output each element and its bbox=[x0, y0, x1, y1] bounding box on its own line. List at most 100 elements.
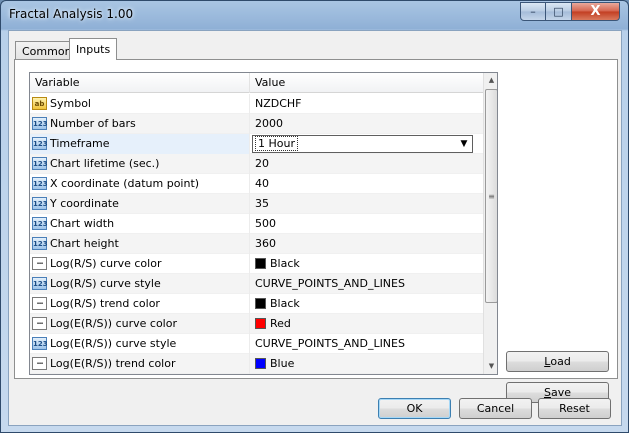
table-row[interactable]: 123 Timeframe 1 Hour ▼ bbox=[30, 134, 483, 154]
row-value-text: 2000 bbox=[255, 117, 283, 130]
row-variable-cell[interactable]: ··· Log(R/S) trend color bbox=[30, 294, 250, 314]
minimize-icon: – bbox=[530, 5, 536, 18]
table-row[interactable]: ··· Log(R/S) trend color Black bbox=[30, 294, 483, 314]
row-value-cell[interactable]: Blue bbox=[250, 354, 483, 374]
timeframe-select[interactable]: 1 Hour ▼ bbox=[252, 135, 473, 153]
row-variable-cell[interactable]: ··· Log(R/S) curve color bbox=[30, 254, 250, 274]
table-row[interactable]: ··· Log(E(R/S)) trend color Blue bbox=[30, 354, 483, 374]
row-variable-label: Number of bars bbox=[50, 117, 136, 130]
row-variable-label: Y coordinate bbox=[50, 197, 119, 210]
title-bar[interactable]: Fractal Analysis 1.00 – □ X bbox=[1, 1, 628, 29]
reset-button[interactable]: Reset bbox=[538, 398, 611, 419]
table-row[interactable]: ··· Log(E(R/S)) curve color Red bbox=[30, 314, 483, 334]
row-variable-label: Log(E(R/S)) trend color bbox=[50, 357, 176, 370]
row-variable-cell[interactable]: 123 Log(R/S) curve style bbox=[30, 274, 250, 294]
row-variable-label: Symbol bbox=[50, 97, 91, 110]
row-value-text: 35 bbox=[255, 197, 269, 210]
row-value-cell[interactable]: Black bbox=[250, 254, 483, 274]
row-variable-cell[interactable]: 123 Chart height bbox=[30, 234, 250, 254]
color-swatch bbox=[255, 298, 266, 309]
row-variable-cell[interactable]: 123 Log(E(R/S)) curve style bbox=[30, 334, 250, 354]
inputs-grid: Variable Value ab Symbol NZDCHF 123 Number o… bbox=[29, 72, 498, 375]
enum-icon: ··· bbox=[32, 317, 47, 330]
row-value-text: 20 bbox=[255, 157, 269, 170]
row-variable-label: Chart width bbox=[50, 217, 115, 230]
scroll-down-icon[interactable]: ▼ bbox=[484, 359, 497, 374]
chevron-down-icon[interactable]: ▼ bbox=[456, 136, 472, 152]
row-value-cell[interactable]: 500 bbox=[250, 214, 483, 234]
row-value-cell[interactable]: Red bbox=[250, 314, 483, 334]
close-button[interactable]: X bbox=[572, 2, 620, 21]
table-row[interactable]: 123 Log(R/S) curve style CURVE_POINTS_AND_… bbox=[30, 274, 483, 294]
number-icon: 123 bbox=[32, 137, 48, 150]
row-value-cell[interactable]: CURVE_POINTS_AND_LINES bbox=[250, 274, 483, 294]
row-value-cell[interactable]: NZDCHF bbox=[250, 94, 483, 114]
load-button[interactable]: Load bbox=[506, 351, 609, 372]
row-value-text: CURVE_POINTS_AND_LINES bbox=[255, 337, 405, 350]
row-value-cell[interactable]: Black bbox=[250, 294, 483, 314]
dialog-client-area: Common Inputs Variable Value ab Symbol NZD… bbox=[8, 30, 622, 426]
row-variable-label: Timeframe bbox=[50, 137, 110, 150]
table-row[interactable]: 123 Chart height 360 bbox=[30, 234, 483, 254]
ok-button[interactable]: OK bbox=[378, 398, 451, 419]
row-variable-cell[interactable]: ··· Log(E(R/S)) curve color bbox=[30, 314, 250, 334]
row-variable-label: Log(E(R/S)) curve color bbox=[50, 317, 177, 330]
number-icon: 123 bbox=[32, 217, 48, 230]
table-row[interactable]: 123 Number of bars 2000 bbox=[30, 114, 483, 134]
row-variable-cell[interactable]: 123 X coordinate (datum point) bbox=[30, 174, 250, 194]
table-row[interactable]: 123 X coordinate (datum point) 40 bbox=[30, 174, 483, 194]
table-row[interactable]: ··· Log(R/S) curve color Black bbox=[30, 254, 483, 274]
minimize-button[interactable]: – bbox=[520, 2, 546, 21]
scroll-up-icon[interactable]: ▲ bbox=[484, 73, 497, 88]
row-value-cell[interactable]: 40 bbox=[250, 174, 483, 194]
row-variable-label: Log(R/S) trend color bbox=[50, 297, 160, 310]
row-variable-cell[interactable]: ··· Log(E(R/S)) trend color bbox=[30, 354, 250, 374]
table-row[interactable]: 123 Chart lifetime (sec.) 20 bbox=[30, 154, 483, 174]
row-value-text: Red bbox=[270, 317, 291, 330]
row-value-text: NZDCHF bbox=[255, 97, 302, 110]
row-variable-label: Log(R/S) curve color bbox=[50, 257, 162, 270]
row-value-text: 500 bbox=[255, 217, 276, 230]
tab-inputs[interactable]: Inputs bbox=[69, 38, 118, 60]
window-title: Fractal Analysis 1.00 bbox=[9, 7, 134, 21]
maximize-button[interactable]: □ bbox=[546, 2, 572, 21]
number-icon: 123 bbox=[32, 277, 48, 290]
number-icon: 123 bbox=[32, 157, 48, 170]
cancel-button[interactable]: Cancel bbox=[459, 398, 532, 419]
color-swatch bbox=[255, 258, 266, 269]
row-variable-cell[interactable]: 123 Number of bars bbox=[30, 114, 250, 134]
row-variable-label: Chart height bbox=[50, 237, 119, 250]
row-value-cell[interactable]: 1 Hour ▼ bbox=[250, 134, 483, 154]
row-variable-cell[interactable]: 123 Chart width bbox=[30, 214, 250, 234]
enum-icon: ··· bbox=[32, 357, 47, 370]
number-icon: 123 bbox=[32, 177, 48, 190]
column-header-value[interactable]: Value bbox=[250, 73, 483, 93]
string-icon: ab bbox=[32, 97, 47, 110]
row-value-text: Black bbox=[270, 297, 300, 310]
row-value-text: 40 bbox=[255, 177, 269, 190]
column-header-variable[interactable]: Variable bbox=[30, 73, 250, 93]
row-value-text: Black bbox=[270, 257, 300, 270]
color-swatch bbox=[255, 318, 266, 329]
scroll-thumb[interactable]: ≡ bbox=[485, 89, 497, 303]
row-variable-label: X coordinate (datum point) bbox=[50, 177, 200, 190]
vertical-scrollbar[interactable]: ▲ ≡ ▼ bbox=[483, 73, 497, 374]
table-row[interactable]: 123 Log(E(R/S)) curve style CURVE_POINTS_A… bbox=[30, 334, 483, 354]
row-value-cell[interactable]: 20 bbox=[250, 154, 483, 174]
table-row[interactable]: 123 Chart width 500 bbox=[30, 214, 483, 234]
row-value-cell[interactable]: CURVE_POINTS_AND_LINES bbox=[250, 334, 483, 354]
row-variable-cell[interactable]: ab Symbol bbox=[30, 94, 250, 114]
row-variable-cell[interactable]: 123 Chart lifetime (sec.) bbox=[30, 154, 250, 174]
close-icon: X bbox=[590, 4, 601, 19]
table-row[interactable]: ab Symbol NZDCHF bbox=[30, 94, 483, 114]
row-value-cell[interactable]: 35 bbox=[250, 194, 483, 214]
row-value-cell[interactable]: 2000 bbox=[250, 114, 483, 134]
row-variable-cell[interactable]: 123 Y coordinate bbox=[30, 194, 250, 214]
number-icon: 123 bbox=[32, 237, 48, 250]
table-row[interactable]: 123 Y coordinate 35 bbox=[30, 194, 483, 214]
row-value-cell[interactable]: 360 bbox=[250, 234, 483, 254]
row-variable-cell[interactable]: 123 Timeframe bbox=[30, 134, 250, 154]
select-value: 1 Hour bbox=[255, 136, 298, 151]
number-icon: 123 bbox=[32, 197, 48, 210]
enum-icon: ··· bbox=[32, 257, 47, 270]
